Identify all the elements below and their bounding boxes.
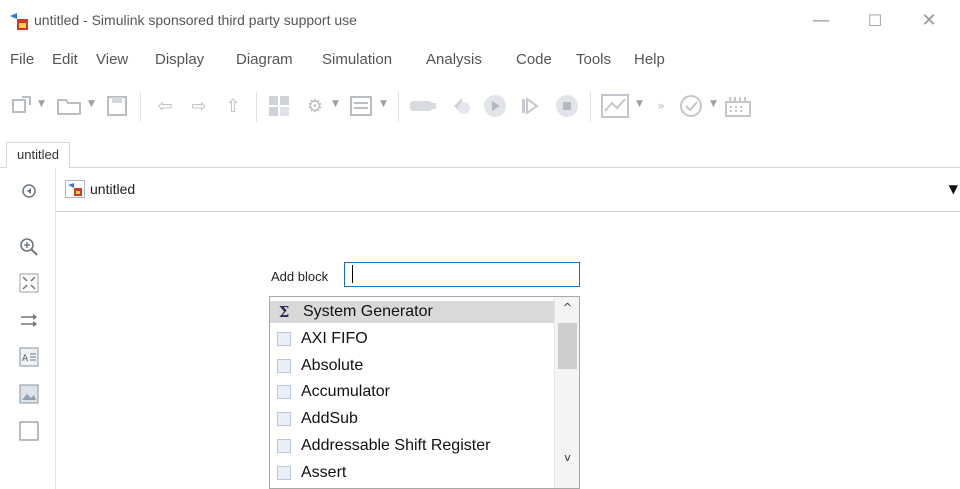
sigma-icon: Σ <box>278 303 290 321</box>
annotation-icon[interactable]: A <box>18 346 40 368</box>
menu-analysis[interactable]: Analysis <box>426 51 482 68</box>
chevron-down-icon[interactable]: ▼ <box>380 99 390 113</box>
window-title: untitled - Simulink sponsored third part… <box>34 12 357 28</box>
data-inspector-icon[interactable] <box>598 93 632 119</box>
toolbar-separator <box>256 92 257 122</box>
hide-browser-icon[interactable] <box>18 180 40 202</box>
chevron-down-icon[interactable]: ▼ <box>949 182 958 196</box>
model-settings-icon[interactable]: ⚙ <box>300 93 330 119</box>
list-item-label: AddSub <box>301 410 358 427</box>
scroll-thumb[interactable] <box>558 323 577 369</box>
model-explorer-icon[interactable] <box>346 93 376 119</box>
route-lines-icon[interactable] <box>18 310 40 332</box>
scroll-up-button[interactable]: ^ <box>555 301 580 319</box>
menu-tools[interactable]: Tools <box>576 51 611 68</box>
menu-simulation[interactable]: Simulation <box>322 51 392 68</box>
add-block-label: Add block <box>271 269 329 284</box>
chevron-down-icon[interactable]: ▼ <box>332 99 342 113</box>
list-item[interactable]: Addressable Shift Register <box>270 435 555 457</box>
save-icon[interactable] <box>104 93 130 119</box>
maximize-button[interactable]: ☐ <box>852 6 898 36</box>
image-icon[interactable] <box>18 383 40 405</box>
chevron-down-icon[interactable]: ▼ <box>88 99 98 113</box>
record-icon[interactable] <box>406 93 440 119</box>
svg-text:A: A <box>22 354 29 364</box>
up-icon[interactable]: ⇧ <box>218 93 248 119</box>
menu-display[interactable]: Display <box>155 51 204 68</box>
toolbar-separator <box>140 92 141 122</box>
list-item[interactable]: Accumulator <box>270 381 555 403</box>
breadcrumb-model[interactable]: untitled <box>90 181 135 197</box>
tool-palette: A <box>0 168 56 489</box>
block-icon <box>277 385 291 399</box>
list-item-label: Assert <box>301 464 347 481</box>
menu-code[interactable]: Code <box>516 51 552 68</box>
list-item-label: Absolute <box>301 357 364 374</box>
menu-bar: File Edit View Display Diagram Simulatio… <box>0 46 960 74</box>
simulink-model-icon <box>65 180 85 198</box>
step-back-icon[interactable] <box>446 93 474 119</box>
forward-icon[interactable]: ⇨ <box>184 93 214 119</box>
library-browser-icon[interactable] <box>264 93 294 119</box>
block-icon <box>277 332 291 346</box>
menu-diagram[interactable]: Diagram <box>236 51 293 68</box>
tab-strip: untitled <box>0 138 960 168</box>
list-item-label: System Generator <box>303 303 433 320</box>
back-icon[interactable]: ⇦ <box>150 93 180 119</box>
block-search-results: Σ System Generator AXI FIFO Absolute Acc… <box>269 296 580 489</box>
close-button[interactable]: ✕ <box>906 6 952 36</box>
chevron-down-icon[interactable]: ▼ <box>636 99 646 113</box>
block-icon <box>277 412 291 426</box>
toolbar-separator <box>590 92 591 122</box>
run-icon[interactable] <box>480 93 510 119</box>
scroll-down-button[interactable]: v <box>555 451 580 469</box>
list-item[interactable]: AXI FIFO <box>270 328 555 350</box>
menu-file[interactable]: File <box>10 51 34 68</box>
open-icon[interactable] <box>54 93 84 119</box>
block-icon <box>277 439 291 453</box>
list-item[interactable]: Assert <box>270 462 555 484</box>
list-item[interactable]: AddSub <box>270 408 555 430</box>
stop-icon[interactable] <box>552 93 582 119</box>
add-block-input[interactable] <box>344 262 580 287</box>
block-icon <box>277 466 291 480</box>
tab-untitled[interactable]: untitled <box>6 142 70 168</box>
list-item-label: AXI FIFO <box>301 330 368 347</box>
list-item-label: Addressable Shift Register <box>301 437 491 454</box>
build-icon[interactable] <box>722 93 754 119</box>
breadcrumb: untitled ▼ <box>56 168 960 212</box>
step-forward-icon[interactable] <box>516 93 544 119</box>
list-item[interactable]: Σ System Generator <box>270 301 555 323</box>
menu-help[interactable]: Help <box>634 51 665 68</box>
list-item-label: Accumulator <box>301 383 390 400</box>
toolbar-separator <box>398 92 399 122</box>
toolbar: ▼ ▼ ⇦ ⇨ ⇧ ⚙ ▼ ▼ ▼ » ▼ <box>0 80 960 132</box>
simulink-icon <box>10 13 28 30</box>
chevron-down-icon[interactable]: ▼ <box>710 99 720 113</box>
results-scrollbar[interactable]: ^ v <box>554 297 579 488</box>
menu-edit[interactable]: Edit <box>52 51 78 68</box>
model-advisor-icon[interactable] <box>676 93 706 119</box>
minimize-button[interactable]: — <box>798 6 844 36</box>
area-icon[interactable] <box>18 420 40 442</box>
block-icon <box>277 359 291 373</box>
zoom-icon[interactable] <box>18 236 40 258</box>
menu-view[interactable]: View <box>96 51 128 68</box>
new-model-icon[interactable] <box>8 93 36 119</box>
chevron-down-icon[interactable]: ▼ <box>38 99 48 113</box>
more-icon[interactable]: » <box>652 93 670 119</box>
list-item[interactable]: Absolute <box>270 355 555 377</box>
text-caret <box>352 265 353 283</box>
title-bar: untitled - Simulink sponsored third part… <box>0 0 960 42</box>
fit-view-icon[interactable] <box>18 272 40 294</box>
